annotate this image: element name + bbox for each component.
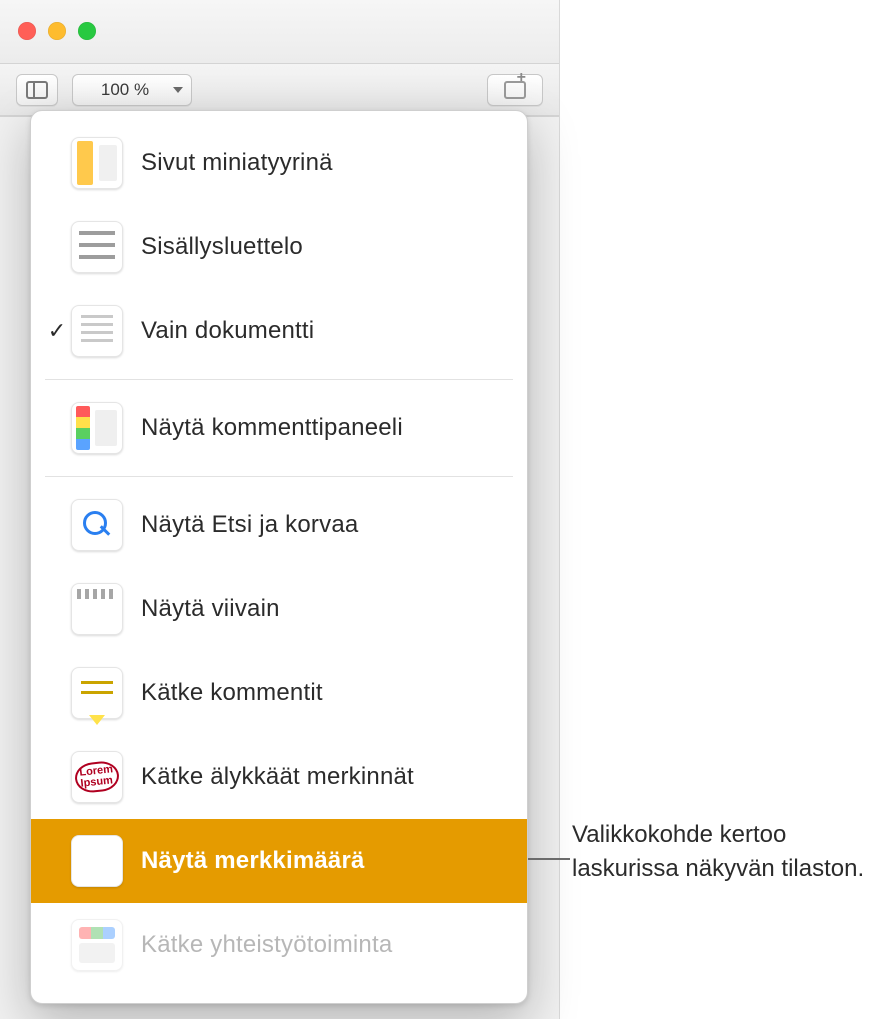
add-page-icon [504, 81, 526, 99]
close-window-button[interactable] [18, 22, 36, 40]
document-only-icon [71, 305, 123, 357]
menu-item-label: Sisällysluettelo [141, 233, 303, 261]
menu-item-label: Kätke yhteistyötoiminta [141, 931, 392, 959]
ruler-icon [71, 583, 123, 635]
menu-item-hide-smart-annotations[interactable]: LoremIpsum Kätke älykkäät merkinnät [31, 735, 527, 819]
menu-item-label: Näytä viivain [141, 595, 280, 623]
menu-item-show-ruler[interactable]: Näytä viivain [31, 567, 527, 651]
smart-annotations-icon: LoremIpsum [71, 751, 123, 803]
callout-leader-line [528, 858, 570, 860]
toolbar: 100 % [0, 64, 559, 116]
menu-item-show-character-count[interactable]: 42 Näytä merkkimäärä [31, 819, 527, 903]
checkmark-icon: ✓ [43, 318, 71, 344]
menu-item-hide-collaboration: Kätke yhteistyötoiminta [31, 903, 527, 987]
menu-item-show-comments-panel[interactable]: Näytä kommenttipaneeli [31, 386, 527, 470]
titlebar [0, 0, 559, 64]
menu-item-label: Näytä merkkimäärä [141, 847, 365, 875]
comments-panel-icon [71, 402, 123, 454]
zoom-window-button[interactable] [78, 22, 96, 40]
zoom-value: 100 % [101, 80, 149, 100]
comment-icon [71, 667, 123, 719]
menu-separator [45, 379, 513, 380]
menu-item-hide-comments[interactable]: Kätke kommentit [31, 651, 527, 735]
character-count-icon: 42 [71, 835, 123, 887]
zoom-dropdown[interactable]: 100 % [72, 74, 192, 106]
menu-item-table-of-contents[interactable]: Sisällysluettelo [31, 205, 527, 289]
sidebar-icon [26, 81, 48, 99]
view-menu-button[interactable] [16, 74, 58, 106]
callout-text: Valikkokohde kertoo laskurissa näkyvän t… [572, 818, 872, 886]
minimize-window-button[interactable] [48, 22, 66, 40]
menu-item-document-only[interactable]: ✓ Vain dokumentti [31, 289, 527, 373]
menu-item-label: Sivut miniatyyrinä [141, 149, 333, 177]
add-page-button[interactable] [487, 74, 543, 106]
menu-item-show-find-replace[interactable]: Näytä Etsi ja korvaa [31, 483, 527, 567]
menu-item-label: Kätke kommentit [141, 679, 323, 707]
menu-item-page-thumbnails[interactable]: Sivut miniatyyrinä [31, 121, 527, 205]
menu-item-label: Vain dokumentti [141, 317, 314, 345]
menu-item-label: Näytä Etsi ja korvaa [141, 511, 358, 539]
menu-item-label: Kätke älykkäät merkinnät [141, 763, 414, 791]
page-thumbnails-icon [71, 137, 123, 189]
window-controls [18, 22, 96, 40]
view-menu: Sivut miniatyyrinä Sisällysluettelo ✓ Va… [30, 110, 528, 1004]
menu-separator [45, 476, 513, 477]
menu-item-label: Näytä kommenttipaneeli [141, 414, 403, 442]
app-window: 100 % Sivut miniatyyrinä Sisällysluettel… [0, 0, 560, 1019]
table-of-contents-icon [71, 221, 123, 273]
collaboration-icon [71, 919, 123, 971]
search-icon [71, 499, 123, 551]
